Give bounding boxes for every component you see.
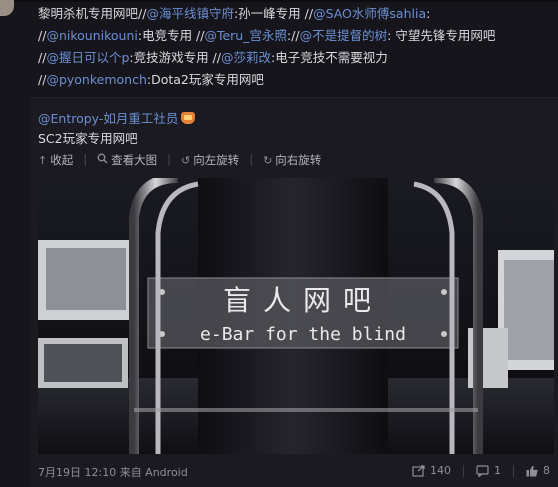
repost-line: //@pyonkemonch:Dota2玩家专用网吧 [38, 69, 553, 91]
rotate-left-icon: ↺ [180, 153, 191, 167]
repost-comment-text: :电子竞技不需要视力 [271, 50, 388, 65]
user-mention-link[interactable]: @SAO水师傅sahlia [313, 6, 426, 21]
like-button[interactable]: 8 [526, 464, 550, 477]
footer-separator [463, 464, 464, 477]
post-footer: 7月19日 12:10 来自 Android 140 1 8 [38, 464, 550, 482]
view-large-button[interactable]: 查看大图 [97, 152, 157, 168]
avatar[interactable] [0, 0, 14, 16]
rotate-left-button[interactable]: ↺ 向左旋转 [181, 152, 239, 168]
user-mention-link[interactable]: @握日可以个p [46, 50, 129, 65]
repost-count: 140 [430, 464, 451, 477]
author-name[interactable]: @Entropy-如月重工社员 [38, 111, 178, 126]
repost-comment-text: : 守望先锋专用网吧 [387, 28, 496, 43]
collapse-button[interactable]: ↑ 收起 [38, 152, 73, 168]
rotate-left-label: 向左旋转 [193, 153, 240, 167]
sign-english-text: e-Bar for the blind [200, 324, 406, 345]
comment-icon [476, 464, 489, 477]
repost-line: //@nikounikouni:电竞专用 //@Teru_宫永照://@不是提督… [38, 25, 553, 47]
user-mention-link[interactable]: @nikounikouni [46, 28, 137, 43]
post-photo[interactable]: 盲人网吧 e-Bar for the blind [38, 178, 554, 454]
repost-button[interactable]: 140 [412, 464, 451, 477]
action-separator: | [167, 152, 171, 166]
view-large-label: 查看大图 [111, 153, 158, 167]
rotate-right-button[interactable]: ↻ 向右旋转 [263, 152, 321, 168]
collapse-label: 收起 [50, 153, 74, 167]
user-mention-link[interactable]: @海平线镇守府 [146, 6, 234, 21]
footer-separator [513, 464, 514, 477]
repost-icon [412, 464, 425, 477]
original-author[interactable]: @Entropy-如月重工社员 [38, 108, 196, 127]
user-mention-link[interactable]: @莎莉改 [221, 50, 271, 65]
top-border [0, 0, 558, 2]
user-mention-link[interactable]: @不是提督的树 [300, 28, 388, 43]
thumbs-up-icon [526, 465, 538, 476]
repost-text: 黎明杀机专用网吧//@海平线镇守府:孙一峰专用 //@SAO水师傅sahlia:… [38, 3, 553, 91]
repost-comment-text: :// [286, 28, 300, 43]
repost-line: 黎明杀机专用网吧//@海平线镇守府:孙一峰专用 //@SAO水师傅sahlia: [38, 3, 553, 25]
zoom-icon [97, 153, 108, 167]
comment-button[interactable]: 1 [476, 464, 501, 477]
rotate-right-label: 向右旋转 [275, 153, 322, 167]
image-actions-bar: ↑ 收起 | 查看大图 | ↺ 向左旋转 | ↻ 向右旋转 [38, 152, 331, 168]
action-separator: | [83, 152, 88, 166]
repost-comment-text: : [426, 6, 431, 21]
photo-scene: 盲人网吧 e-Bar for the blind [38, 178, 554, 454]
user-mention-link[interactable]: @pyonkemonch [46, 72, 146, 87]
sign-chinese-text: 盲人网吧 [223, 284, 383, 317]
like-count: 8 [543, 464, 550, 477]
post-timestamp[interactable]: 7月19日 12:10 来自 Android [38, 464, 188, 480]
rotate-right-icon: ↻ [263, 153, 273, 167]
repost-comment-text: :孙一峰专用 // [233, 6, 314, 21]
repost-comment-text: :Dota2玩家专用网吧 [146, 72, 264, 87]
repost-comment-text: 黎明杀机专用网吧// [38, 6, 147, 21]
collapse-icon: ↑ [38, 153, 48, 167]
repost-comment-text: :竞技游戏专用 // [129, 50, 221, 65]
comment-count: 1 [494, 464, 501, 477]
repost-comment-text: :电竞专用 // [137, 28, 205, 43]
action-separator: | [249, 152, 254, 166]
vip-badge-icon [181, 112, 196, 124]
original-text: SC2玩家专用网吧 [38, 131, 138, 146]
repost-line: //@握日可以个p:竞技游戏专用 //@莎莉改:电子竞技不需要视力 [38, 47, 553, 69]
user-mention-link[interactable]: @Teru_宫永照 [204, 28, 287, 43]
